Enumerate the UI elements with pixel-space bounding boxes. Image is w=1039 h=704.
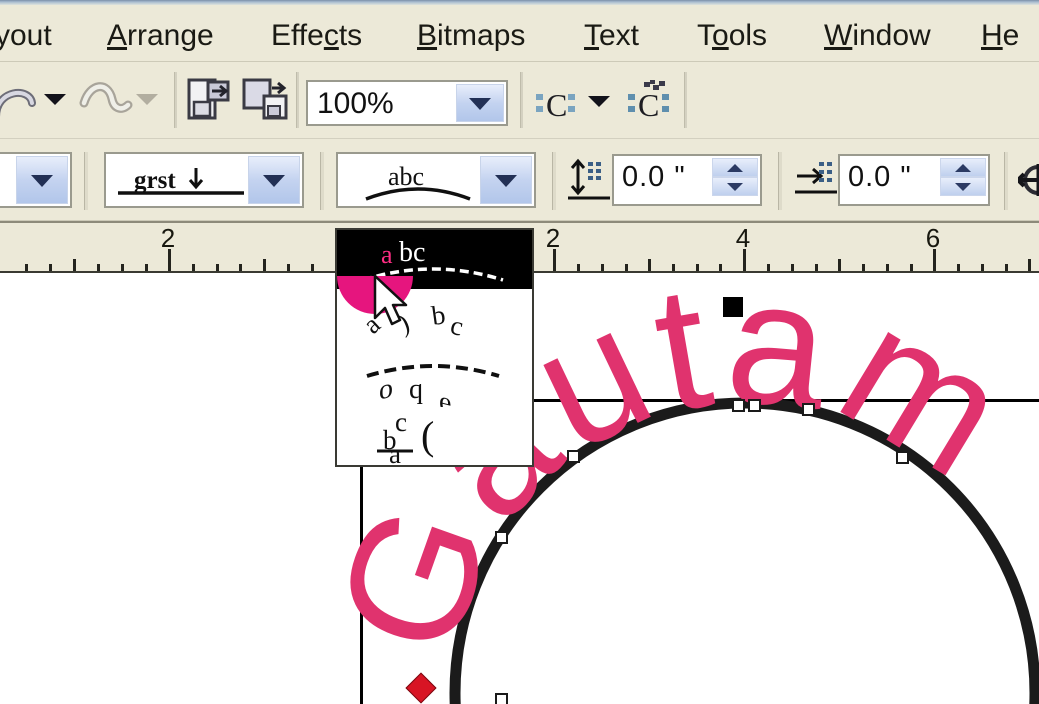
orientation-option-upright[interactable]: c b a ( (337, 407, 532, 469)
property-separator (552, 152, 556, 210)
ruler-label: 2 (545, 223, 561, 253)
menu-item-help[interactable]: He (978, 16, 1022, 56)
spinner-down-button[interactable] (940, 177, 986, 196)
corel-online-button[interactable]: C (626, 80, 674, 126)
selection-handle[interactable] (723, 297, 743, 317)
path-node[interactable] (802, 403, 815, 416)
import-icon (187, 78, 230, 120)
svg-text:c: c (448, 310, 467, 342)
redo-dropdown-arrow[interactable] (136, 94, 158, 105)
path-node[interactable] (495, 693, 508, 704)
import-button[interactable] (186, 76, 232, 122)
font-combo-dropdown-button[interactable] (16, 156, 68, 204)
mirror-icon (1015, 164, 1039, 196)
path-node[interactable] (495, 531, 508, 544)
ruler-label: 6 (925, 223, 941, 253)
svg-text:o: o (379, 372, 393, 406)
coreldraw-window: yout Arrange Effects Bitmaps Text Tools … (0, 0, 1039, 704)
redo-button[interactable] (78, 75, 136, 125)
abc-horizontal-skew-icon: o q e (366, 364, 500, 419)
place-on-other-side-button[interactable] (1015, 158, 1039, 204)
horizontal-offset-spinner[interactable] (940, 158, 986, 196)
horizontal-offset-icon (795, 158, 839, 209)
svg-text:b: b (430, 299, 448, 331)
path-node[interactable] (896, 451, 909, 464)
abc-upright-icon: c b a ( (377, 407, 434, 469)
menu-item-effects[interactable]: Effects (268, 16, 365, 56)
spinner-up-button[interactable] (712, 158, 758, 177)
undo-dropdown-arrow[interactable] (44, 94, 66, 105)
text-orientation-dropdown-button[interactable] (480, 156, 532, 204)
property-separator (84, 152, 88, 210)
undo-icon (0, 89, 36, 118)
menu-item-arrange[interactable]: Arrange (104, 16, 217, 56)
toolbar-separator (296, 72, 299, 128)
property-separator (1004, 152, 1008, 210)
text-preset-preview: grst (118, 162, 244, 207)
redo-icon (79, 82, 133, 113)
text-baseline-icon: grst (118, 167, 244, 195)
distance-from-path-field[interactable]: 0.0 " (612, 154, 762, 206)
distance-from-path-spinner[interactable] (712, 158, 758, 196)
application-launcher-icon: C (536, 87, 575, 123)
property-separator (320, 152, 324, 210)
export-button[interactable] (242, 76, 288, 122)
chevron-down-icon (469, 98, 491, 110)
path-node[interactable] (567, 450, 580, 463)
chevron-down-icon (31, 175, 53, 187)
svg-text:bc: bc (399, 237, 425, 268)
text-orientation-combo[interactable]: abc (336, 152, 536, 208)
svg-text:grst: grst (134, 167, 176, 194)
toolbar-separator (174, 72, 177, 128)
spinner-up-button[interactable] (940, 158, 986, 177)
menu-bar: yout Arrange Effects Bitmaps Text Tools … (0, 5, 1039, 62)
svg-text:abc: abc (388, 162, 424, 191)
horizontal-offset-value: 0.0 " (848, 161, 912, 193)
text-orientation-dropdown-menu[interactable]: bc a a ) b c o q e c b ( (335, 228, 534, 469)
menu-label: yout (0, 19, 52, 52)
toolbar-separator (520, 72, 523, 128)
path-node[interactable] (748, 399, 761, 412)
svg-text:c: c (395, 407, 407, 437)
chevron-down-icon (263, 175, 285, 187)
zoom-level-value: 100% (317, 87, 394, 120)
horizontal-offset-field[interactable]: 0.0 " (838, 154, 990, 206)
menu-item-bitmaps[interactable]: Bitmaps (414, 16, 528, 56)
corel-online-icon: C (628, 80, 669, 123)
ruler-label: 4 (735, 223, 751, 253)
artwork-showing-through (337, 276, 413, 314)
spinner-down-button[interactable] (712, 177, 758, 196)
svg-text:C: C (638, 87, 659, 123)
zoom-dropdown-button[interactable] (456, 84, 504, 122)
menu-label: rrange (127, 19, 214, 52)
ruler-label: 2 (160, 223, 176, 253)
menu-item-tools[interactable]: Tools (694, 16, 770, 56)
toolbar-separator (684, 72, 687, 128)
orientation-option-horizontal-skew[interactable]: o q e (337, 348, 532, 419)
chevron-down-icon (495, 175, 517, 187)
distance-from-path-icon (568, 158, 612, 209)
svg-text:e: e (439, 386, 451, 407)
font-combo[interactable] (0, 152, 72, 208)
export-icon (242, 78, 288, 120)
text-preset-dropdown-button[interactable] (248, 156, 300, 204)
menu-item-text[interactable]: Text (581, 16, 642, 56)
svg-text:C: C (546, 87, 567, 123)
text-preset-combo[interactable]: grst (104, 152, 304, 208)
text-orientation-preview: abc (360, 159, 476, 210)
abc-on-arc-icon: abc (365, 162, 471, 201)
distance-from-path-value: 0.0 " (622, 161, 686, 193)
svg-text:a: a (381, 240, 393, 269)
svg-text:q: q (409, 374, 423, 405)
path-node[interactable] (732, 399, 745, 412)
undo-button[interactable] (0, 75, 38, 125)
application-launcher-button[interactable]: C (534, 84, 580, 126)
application-launcher-dropdown-arrow[interactable] (588, 96, 610, 107)
menu-item-layout[interactable]: yout (0, 16, 55, 56)
property-separator (778, 152, 782, 210)
menu-item-window[interactable]: Window (821, 16, 934, 56)
zoom-level-combo[interactable]: 100% (306, 80, 508, 126)
svg-text:(: ( (421, 413, 434, 458)
